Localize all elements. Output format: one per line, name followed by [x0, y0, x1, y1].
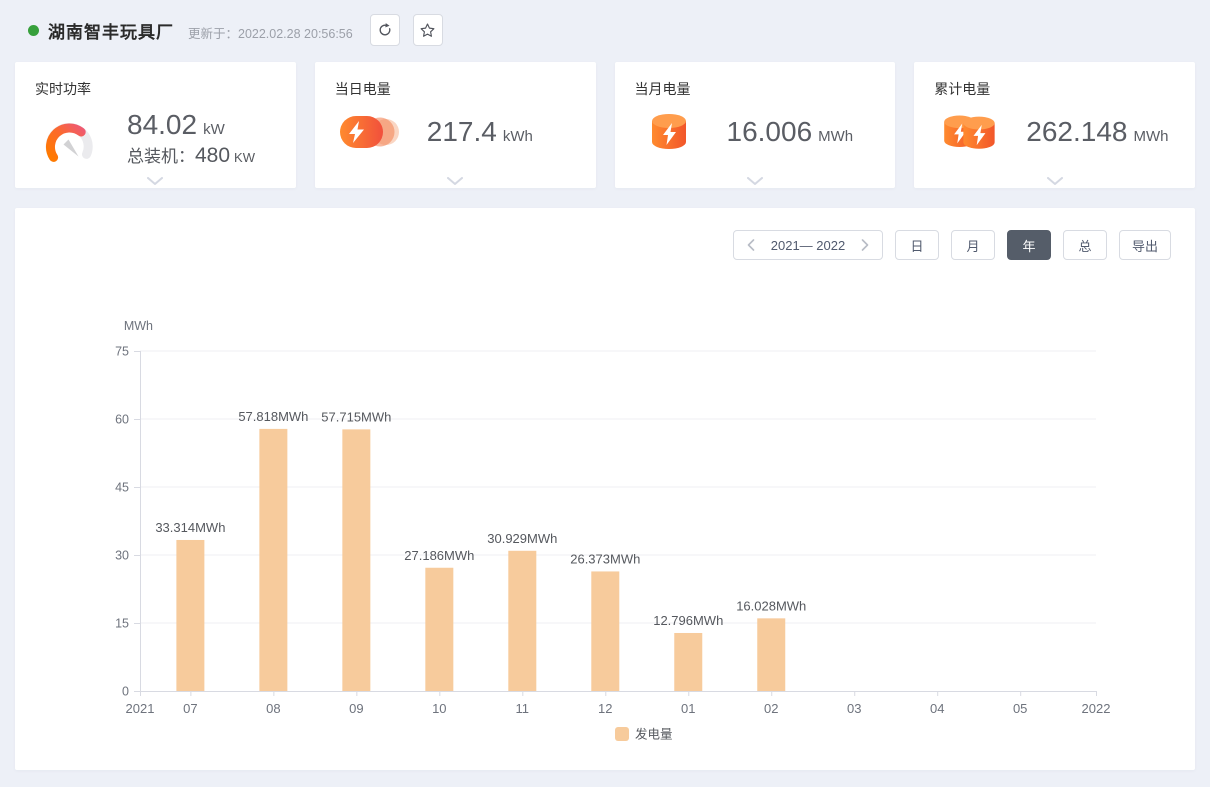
status-dot-icon	[28, 25, 39, 36]
refresh-button[interactable]	[370, 14, 400, 46]
export-button[interactable]: 导出	[1119, 230, 1171, 260]
card-total-energy: 累计电量	[914, 62, 1195, 188]
installed-value: 480	[195, 144, 230, 167]
card-expand-button[interactable]	[147, 177, 163, 185]
svg-text:11: 11	[516, 701, 530, 716]
battery-icon	[637, 109, 701, 155]
header: 湖南智丰玩具厂 更新于：2022.02.28 20:56:56	[0, 0, 1210, 60]
svg-text:57.818MWh: 57.818MWh	[238, 409, 308, 424]
card-value: 217.4	[427, 116, 497, 147]
chevron-right-icon[interactable]	[861, 239, 869, 251]
card-unit: MWh	[1133, 128, 1168, 145]
chart-panel: 2021— 2022 日 月 年 总 导出 0 15 30 45 60 75 MWh 2021…	[15, 208, 1195, 770]
double-battery-icon	[936, 109, 1000, 155]
svg-text:26.373MWh: 26.373MWh	[570, 551, 640, 566]
card-label: 当月电量	[635, 79, 876, 99]
card-daily-energy: 当日电量 217.4 kWh	[315, 62, 596, 188]
svg-text:09: 09	[349, 701, 363, 716]
card-value: 84.02	[127, 109, 197, 140]
svg-text:05: 05	[1013, 701, 1027, 716]
svg-text:30: 30	[115, 549, 129, 563]
star-icon	[418, 21, 437, 40]
card-realtime-power: 实时功率 84.02 kW	[15, 62, 296, 188]
svg-text:57.715MWh: 57.715MWh	[321, 409, 391, 424]
svg-text:07: 07	[183, 701, 197, 716]
card-unit: MWh	[818, 128, 853, 145]
svg-text:发电量: 发电量	[635, 727, 673, 742]
date-range-label: 2021— 2022	[771, 238, 845, 253]
card-value: 262.148	[1026, 116, 1127, 147]
card-expand-button[interactable]	[1047, 177, 1063, 185]
chart-controls: 2021— 2022 日 月 年 总 导出	[39, 230, 1171, 260]
svg-text:12: 12	[598, 701, 612, 716]
updated-text: 更新于：2022.02.28 20:56:56	[188, 23, 353, 42]
card-unit: kW	[203, 121, 225, 138]
gauge-icon	[37, 115, 101, 163]
period-year-button[interactable]: 年	[1007, 230, 1051, 260]
chevron-left-icon[interactable]	[747, 239, 755, 251]
installed-label: 总装机：	[127, 147, 195, 166]
svg-text:02: 02	[764, 701, 778, 716]
plant-title: 湖南智丰玩具厂	[48, 18, 174, 43]
svg-text:01: 01	[681, 701, 695, 716]
chart-area: 0 15 30 45 60 75 MWh 2021 07 33.314MWh 08 57.818MWh…	[39, 306, 1171, 751]
svg-text:2022: 2022	[1082, 701, 1111, 716]
installed-unit: KW	[234, 150, 255, 165]
period-total-button[interactable]: 总	[1063, 230, 1107, 260]
period-month-button[interactable]: 月	[951, 230, 995, 260]
svg-text:2021: 2021	[126, 701, 155, 716]
card-label: 当日电量	[335, 79, 576, 99]
svg-text:15: 15	[115, 617, 129, 631]
energy-pill-icon	[337, 109, 401, 155]
svg-text:03: 03	[847, 701, 861, 716]
svg-text:45: 45	[115, 481, 129, 495]
favorite-button[interactable]	[413, 14, 443, 46]
svg-text:27.186MWh: 27.186MWh	[404, 548, 474, 563]
svg-text:75: 75	[115, 345, 129, 359]
card-monthly-energy: 当月电量 16.006 MWh	[615, 62, 896, 188]
period-day-button[interactable]: 日	[895, 230, 939, 260]
svg-text:12.796MWh: 12.796MWh	[653, 613, 723, 628]
card-expand-button[interactable]	[447, 177, 463, 185]
svg-text:04: 04	[930, 701, 944, 716]
svg-text:33.314MWh: 33.314MWh	[155, 520, 225, 535]
bar-chart[interactable]: 0 15 30 45 60 75 MWh 2021 07 33.314MWh 08 57.818MWh…	[39, 306, 1173, 751]
card-label: 实时功率	[35, 79, 276, 99]
svg-text:08: 08	[266, 701, 280, 716]
svg-text:10: 10	[432, 701, 446, 716]
svg-text:MWh: MWh	[124, 319, 153, 333]
stat-cards-row: 实时功率 84.02 kW	[15, 62, 1195, 188]
card-unit: kWh	[503, 128, 533, 145]
card-value: 16.006	[727, 116, 813, 147]
card-label: 累计电量	[934, 79, 1175, 99]
svg-text:16.028MWh: 16.028MWh	[736, 598, 806, 613]
date-range-picker[interactable]: 2021— 2022	[733, 230, 883, 260]
card-expand-button[interactable]	[747, 177, 763, 185]
refresh-icon	[376, 21, 394, 39]
svg-text:0: 0	[122, 685, 129, 699]
svg-text:30.929MWh: 30.929MWh	[487, 531, 557, 546]
svg-text:60: 60	[115, 413, 129, 427]
